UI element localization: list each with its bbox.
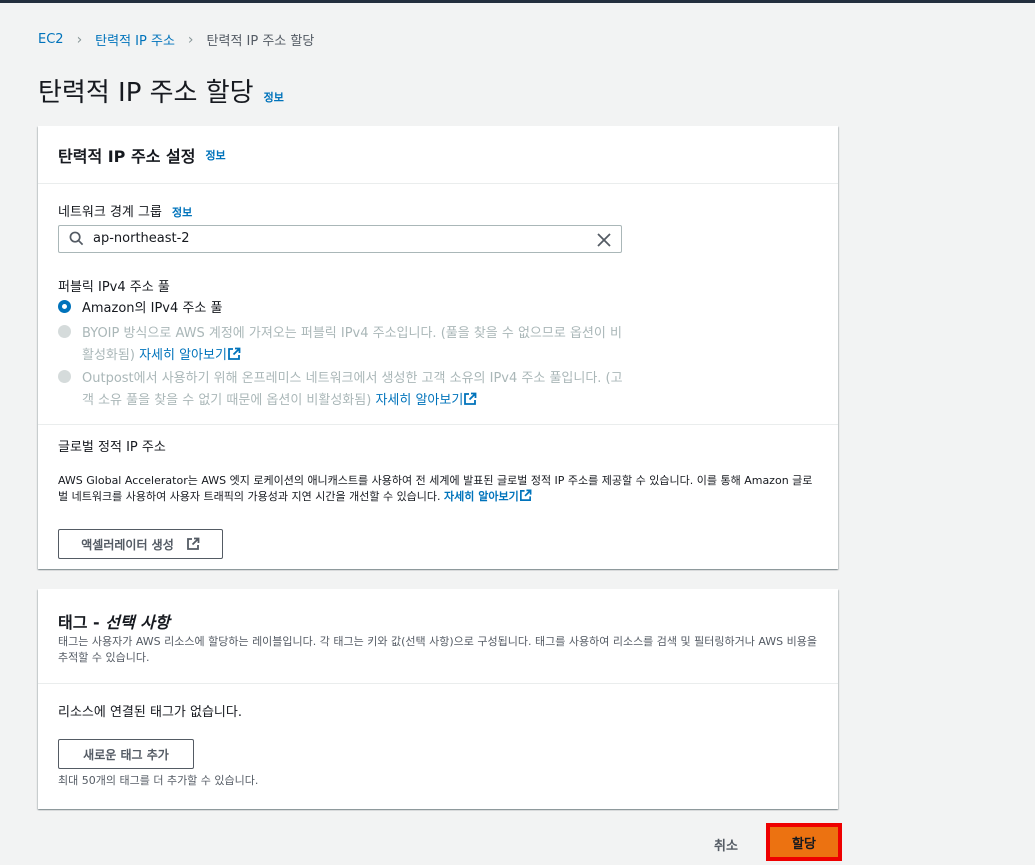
allocate-button[interactable]: 할당 [770,827,838,857]
breadcrumb: EC2 › 탄력적 IP 주소 › 탄력적 IP 주소 할당 [38,30,315,50]
radio-byoip-pool-label: BYOIP 방식으로 AWS 계정에 가져오는 퍼블릭 IPv4 주소입니다. … [82,323,627,367]
breadcrumb-current: 탄력적 IP 주소 할당 [206,34,315,49]
radio-amazon-pool-label: Amazon의 IPv4 주소 풀 [82,301,223,316]
public-pool-label: 퍼블릭 IPv4 주소 풀 [58,280,170,295]
create-accelerator-label: 액셀러레이터 생성 [81,537,174,552]
learn-more-text: 자세히 알아보기 [375,393,464,408]
tag-limit-note: 최대 50개의 태그를 더 추가할 수 있습니다. [58,774,259,787]
tags-title-optional: 선택 사항 [105,613,170,632]
radio-amazon-pool[interactable]: Amazon의 IPv4 주소 풀 [58,298,627,320]
tags-panel-title: 태그 - 선택 사항 [58,609,170,633]
page-title-text: 탄력적 IP 주소 할당 [38,78,254,108]
learn-more-link[interactable]: 자세히 알아보기 [444,489,532,503]
no-tags-text: 리소스에 연결된 태그가 없습니다. [58,705,242,720]
page-info-link[interactable]: 정보 [264,89,284,105]
clear-icon[interactable] [597,232,611,251]
chevron-right-icon: › [187,31,194,48]
external-link-icon [519,489,532,501]
external-link-icon [228,347,241,360]
settings-panel-title: 탄력적 IP 주소 설정 [58,146,196,166]
network-border-group-value: ap-northeast-2 [93,231,190,246]
network-border-group-label: 네트워크 경계 그룹 [58,205,162,220]
radio-outpost-pool: Outpost에서 사용하기 위해 온프레미스 네트워크에서 생성한 고객 소유… [58,368,627,412]
radio-disabled-icon [58,325,71,338]
search-icon [69,231,84,250]
global-static-ip-label: 글로벌 정적 IP 주소 [58,440,166,455]
radio-selected-icon[interactable] [58,300,71,313]
external-link-icon [186,537,200,550]
tags-description: 태그는 사용자가 AWS 리소스에 할당하는 레이블입니다. 각 태그는 키와 … [58,635,818,664]
external-link-icon [464,392,477,405]
chevron-right-icon: › [76,31,83,48]
add-tag-label: 새로운 태그 추가 [83,747,169,762]
create-accelerator-button[interactable]: 액셀러레이터 생성 [58,529,223,559]
settings-panel-header: 탄력적 IP 주소 설정 정보 [38,126,838,184]
settings-panel: 탄력적 IP 주소 설정 정보 네트워크 경계 그룹 정보 ap-northea… [38,126,838,569]
cancel-button[interactable]: 취소 [714,835,738,854]
page-title: 탄력적 IP 주소 할당 정보 [38,72,284,109]
learn-more-link[interactable]: 자세히 알아보기 [139,347,241,363]
radio-outpost-pool-label: Outpost에서 사용하기 위해 온프레미스 네트워크에서 생성한 고객 소유… [82,368,627,412]
top-bar [0,0,1035,3]
learn-more-text: 자세히 알아보기 [444,490,519,503]
section-divider [38,424,838,425]
network-border-group-info-link[interactable]: 정보 [172,204,192,220]
tags-panel: 태그 - 선택 사항 태그는 사용자가 AWS 리소스에 할당하는 레이블입니다… [38,589,838,809]
global-accelerator-description: AWS Global Accelerator는 AWS 엣지 로케이션의 애니캐… [58,473,820,505]
learn-more-text: 자세히 알아보기 [139,348,227,363]
settings-info-link[interactable]: 정보 [205,147,225,163]
learn-more-link[interactable]: 자세히 알아보기 [375,392,477,408]
allocate-highlight: 할당 [766,823,842,861]
radio-byoip-pool: BYOIP 방식으로 AWS 계정에 가져오는 퍼블릭 IPv4 주소입니다. … [58,323,627,367]
network-border-group-label-row: 네트워크 경계 그룹 정보 [58,201,192,220]
radio-disabled-icon [58,370,71,383]
add-tag-button[interactable]: 새로운 태그 추가 [58,739,194,769]
breadcrumb-elastic-ips[interactable]: 탄력적 IP 주소 [95,30,175,49]
tags-title-prefix: 태그 - [58,613,106,632]
tags-panel-header: 태그 - 선택 사항 태그는 사용자가 AWS 리소스에 할당하는 레이블입니다… [38,589,838,684]
radio-outpost-text: Outpost에서 사용하기 위해 온프레미스 네트워크에서 생성한 고객 소유… [82,371,623,408]
global-accelerator-text: AWS Global Accelerator는 AWS 엣지 로케이션의 애니캐… [58,474,813,503]
network-border-group-input[interactable]: ap-northeast-2 [58,225,622,253]
breadcrumb-ec2[interactable]: EC2 [38,32,64,47]
